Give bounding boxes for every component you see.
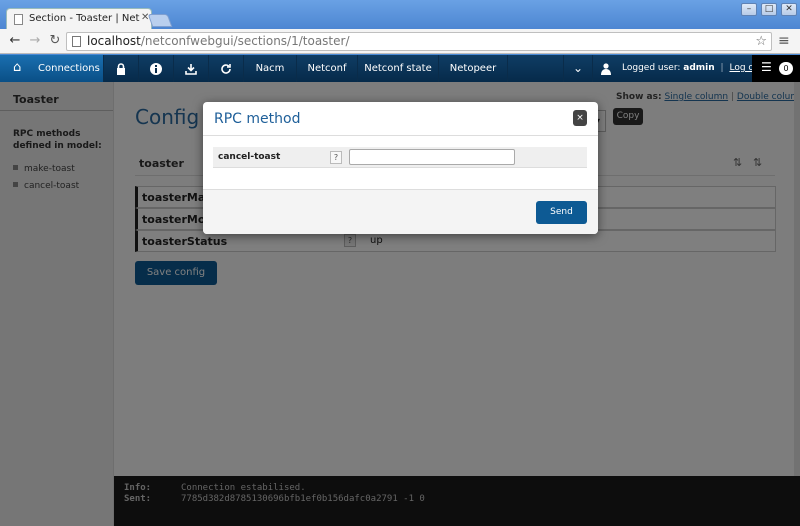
nav-connections-label: Connections	[38, 63, 100, 74]
app-navbar: ⌂ Connections Nacm Netconf Netconf state…	[0, 55, 800, 82]
param-label: cancel-toast	[218, 152, 281, 162]
refresh-icon[interactable]	[209, 55, 243, 82]
list-icon: ☰	[761, 60, 772, 74]
browser-tab-title: Section - Toaster | Net	[29, 13, 140, 24]
logged-user: Logged user: admin | Log out	[622, 55, 763, 82]
divider: |	[720, 63, 724, 73]
lock-icon[interactable]	[104, 55, 138, 82]
bookmark-star-icon[interactable]: ☆	[755, 33, 767, 50]
page-icon	[14, 14, 23, 25]
browser-menu-icon[interactable]: ≡	[778, 33, 790, 49]
minimize-button[interactable]: –	[741, 3, 757, 16]
nav-item-netopeer[interactable]: Netopeer	[439, 55, 507, 82]
close-icon[interactable]: ×	[573, 110, 587, 126]
user-icon	[599, 55, 613, 82]
info-icon[interactable]	[139, 55, 173, 82]
help-icon[interactable]: ?	[330, 151, 342, 164]
url-path: /netconfwebgui/sections/1/toaster/	[140, 34, 350, 48]
param-input[interactable]	[349, 149, 515, 165]
rpc-param-row: cancel-toast ?	[213, 147, 587, 168]
url-host: localhost	[87, 34, 141, 48]
send-button[interactable]: Send	[536, 201, 587, 224]
address-bar[interactable]: localhost/netconfwebgui/sections/1/toast…	[66, 32, 772, 51]
nav-divider	[592, 55, 593, 82]
home-icon: ⌂	[13, 60, 22, 75]
browser-tab[interactable]: Section - Toaster | Net ✕	[6, 8, 152, 30]
new-tab-button[interactable]	[147, 14, 173, 27]
back-icon[interactable]: ←	[7, 33, 23, 49]
double-chevron-down-icon[interactable]: ⌄	[564, 55, 592, 82]
reload-icon[interactable]: ↻	[47, 33, 63, 49]
divider	[203, 135, 598, 136]
dialog-title: RPC method	[214, 111, 301, 127]
download-icon[interactable]	[174, 55, 208, 82]
nav-connections[interactable]: ⌂ Connections	[0, 55, 103, 82]
rpc-method-dialog: RPC method × cancel-toast ? Send	[203, 102, 598, 234]
forward-icon[interactable]: →	[27, 33, 43, 49]
dialog-footer: Send	[203, 189, 598, 234]
window-close-button[interactable]: ✕	[781, 3, 797, 16]
nav-item-netconf[interactable]: Netconf	[297, 55, 357, 82]
notifications-badge: 0	[779, 62, 793, 75]
maximize-button[interactable]: □	[761, 3, 777, 16]
browser-toolbar: ← → ↻ localhost/netconfwebgui/sections/1…	[0, 29, 800, 54]
notifications-area[interactable]: ☰ 0	[752, 55, 800, 82]
username: admin	[683, 63, 715, 73]
nav-item-netconf-state[interactable]: Netconf state	[358, 55, 438, 82]
page-icon	[72, 36, 81, 47]
nav-divider	[507, 55, 508, 82]
nav-item-nacm[interactable]: Nacm	[244, 55, 296, 82]
logged-user-label: Logged user:	[622, 63, 681, 73]
